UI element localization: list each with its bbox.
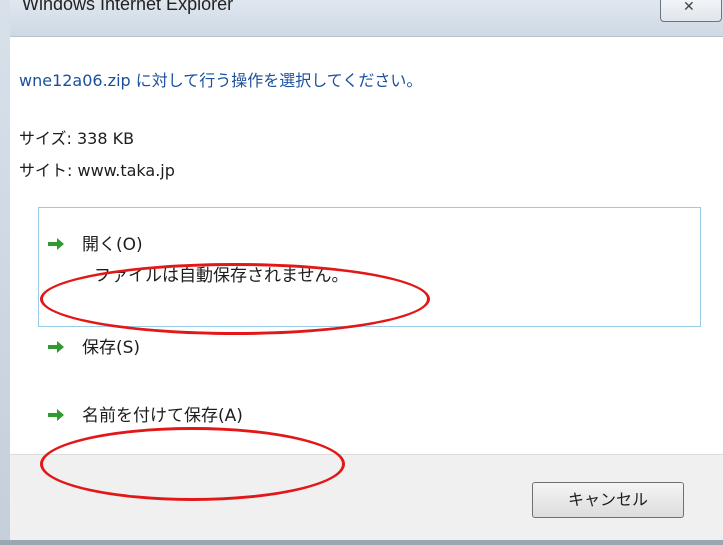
dialog-message: wne12a06.zip に対して行う操作を選択してください。 xyxy=(19,71,423,90)
window-bottom-edge xyxy=(0,540,723,545)
open-option[interactable]: 開く(O) xyxy=(46,230,143,255)
open-option-label: 開く(O) xyxy=(82,235,143,255)
green-arrow-icon xyxy=(48,341,64,353)
annotation-ellipse-open xyxy=(40,263,430,335)
page: Windows Internet Explorer ✕ wne12a06.zip… xyxy=(0,0,723,545)
file-site-info: サイト: www.taka.jp xyxy=(19,161,175,180)
save-option[interactable]: 保存(S) xyxy=(46,333,140,358)
cancel-button[interactable]: キャンセル xyxy=(532,482,684,518)
save-option-label: 保存(S) xyxy=(82,338,141,358)
close-button[interactable]: ✕ xyxy=(660,0,722,22)
window-title: Windows Internet Explorer xyxy=(22,0,234,14)
dialog-body: wne12a06.zip に対して行う操作を選択してください。 サイズ: 338… xyxy=(10,36,723,545)
title-bar: Windows Internet Explorer ✕ xyxy=(10,0,723,36)
close-icon: ✕ xyxy=(683,0,695,15)
file-size-info: サイズ: 338 KB xyxy=(19,129,135,148)
green-arrow-icon xyxy=(48,238,64,250)
save-as-option-label: 名前を付けて保存(A) xyxy=(82,406,243,426)
annotation-ellipse-save-as xyxy=(40,427,345,501)
save-as-option[interactable]: 名前を付けて保存(A) xyxy=(46,401,243,426)
green-arrow-icon xyxy=(48,409,64,421)
